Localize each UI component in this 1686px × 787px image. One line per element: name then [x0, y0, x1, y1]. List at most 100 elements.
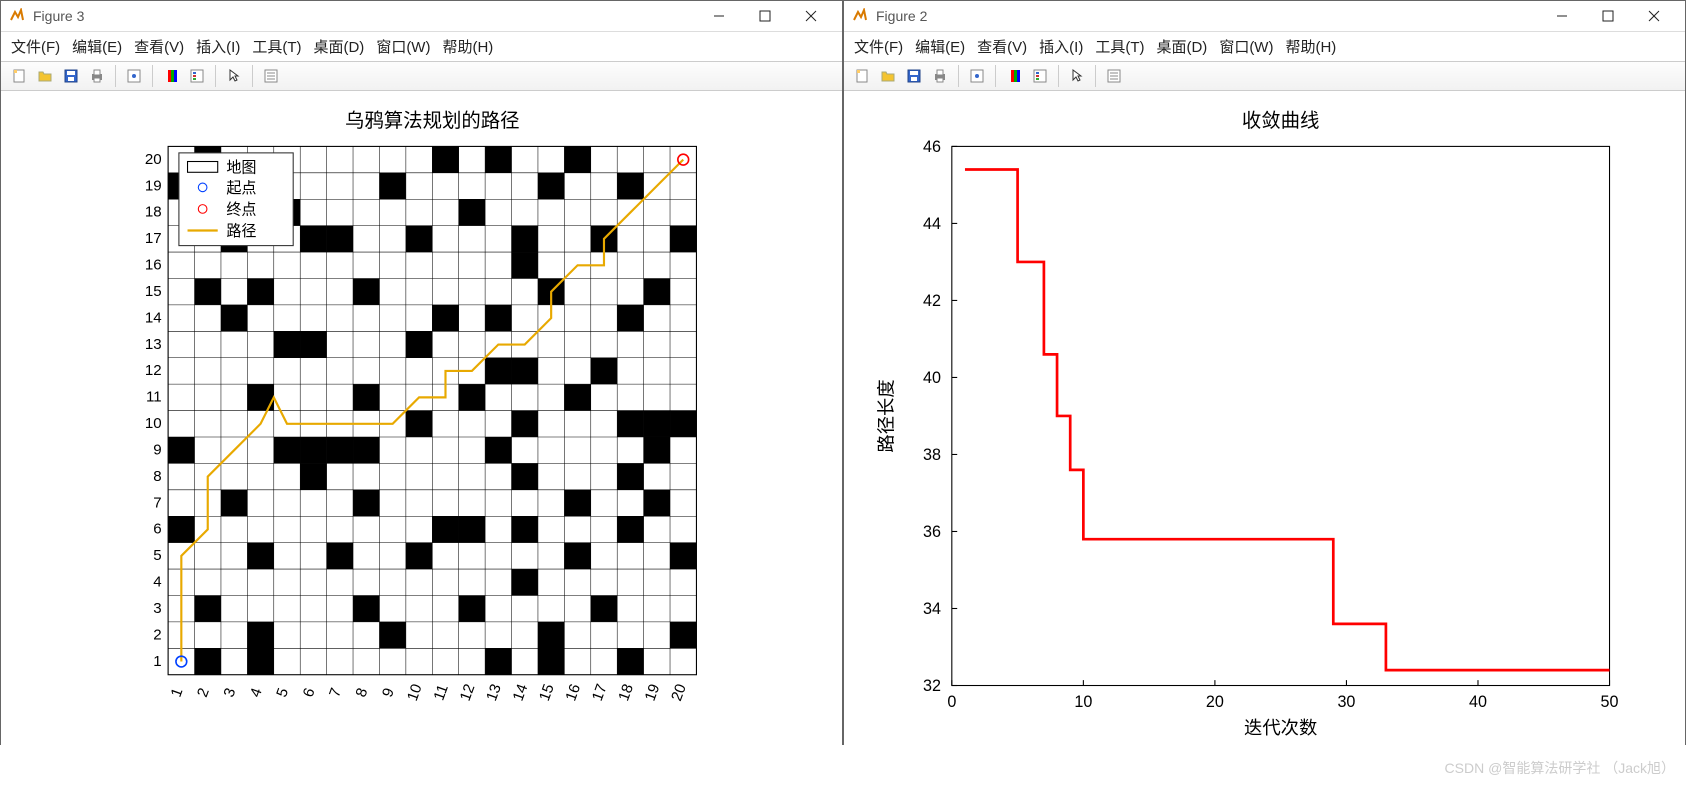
y-tick: 34 — [923, 600, 941, 618]
x-tick: 3 — [221, 686, 240, 700]
obstacle-cell — [247, 622, 273, 648]
close-button[interactable] — [788, 1, 834, 31]
titlebar[interactable]: Figure 3 — [1, 1, 842, 32]
menu-file[interactable]: 文件(F) — [11, 36, 60, 57]
menubar[interactable]: 文件(F) 编辑(E) 查看(V) 插入(I) 工具(T) 桌面(D) 窗口(W… — [1, 32, 842, 61]
print-icon[interactable] — [85, 64, 109, 88]
menu-window[interactable]: 窗口(W) — [376, 36, 430, 57]
obstacle-cell — [670, 411, 696, 437]
obstacle-cell — [617, 648, 643, 674]
obstacle-cell — [300, 463, 326, 489]
y-tick: 36 — [923, 523, 941, 541]
properties-icon[interactable] — [1102, 64, 1126, 88]
menu-tools[interactable]: 工具(T) — [1095, 36, 1144, 57]
chart-title: 收敛曲线 — [1242, 110, 1320, 132]
obstacle-cell — [670, 543, 696, 569]
y-tick: 8 — [153, 468, 161, 485]
x-tick: 50 — [1601, 693, 1619, 711]
obstacle-cell — [564, 543, 590, 569]
chart-title: 乌鸦算法规划的路径 — [345, 110, 520, 132]
x-label: 迭代次数 — [1244, 717, 1317, 738]
menu-tools[interactable]: 工具(T) — [252, 36, 301, 57]
obstacle-cell — [353, 595, 379, 621]
close-button[interactable] — [1631, 1, 1677, 31]
menu-help[interactable]: 帮助(H) — [1285, 36, 1336, 57]
obstacle-cell — [247, 278, 273, 304]
new-icon[interactable] — [7, 64, 31, 88]
menu-insert[interactable]: 插入(I) — [196, 36, 240, 57]
open-icon[interactable] — [33, 64, 57, 88]
menu-edit[interactable]: 编辑(E) — [915, 36, 965, 57]
maximize-button[interactable] — [1585, 1, 1631, 31]
y-tick: 9 — [153, 442, 161, 459]
obstacle-cell — [564, 490, 590, 516]
save-icon[interactable] — [59, 64, 83, 88]
menu-desktop[interactable]: 桌面(D) — [1156, 36, 1207, 57]
obstacle-cell — [512, 463, 538, 489]
obstacle-cell — [459, 516, 485, 542]
y-tick: 5 — [153, 547, 161, 564]
x-tick: 6 — [300, 686, 319, 700]
maximize-button[interactable] — [742, 1, 788, 31]
obstacle-cell — [617, 463, 643, 489]
legend-icon[interactable] — [1028, 64, 1052, 88]
menu-desktop[interactable]: 桌面(D) — [313, 36, 364, 57]
y-tick: 11 — [146, 389, 162, 406]
toolbar — [1, 61, 842, 91]
x-tick: 17 — [589, 682, 611, 704]
save-icon[interactable] — [902, 64, 926, 88]
x-tick: 16 — [562, 682, 584, 704]
obstacle-cell — [274, 437, 300, 463]
menu-help[interactable]: 帮助(H) — [442, 36, 493, 57]
menu-view[interactable]: 查看(V) — [134, 36, 184, 57]
x-tick: 9 — [379, 686, 398, 700]
obstacle-cell — [512, 358, 538, 384]
new-icon[interactable] — [850, 64, 874, 88]
obstacle-cell — [485, 648, 511, 674]
obstacle-cell — [432, 305, 458, 331]
x-tick: 30 — [1337, 693, 1355, 711]
obstacle-cell — [195, 648, 221, 674]
y-tick: 44 — [923, 215, 941, 233]
obstacle-cell — [327, 543, 353, 569]
obstacle-cell — [512, 226, 538, 252]
menubar[interactable]: 文件(F) 编辑(E) 查看(V) 插入(I) 工具(T) 桌面(D) 窗口(W… — [844, 32, 1685, 61]
pointer-icon[interactable] — [222, 64, 246, 88]
y-tick: 46 — [923, 138, 941, 156]
obstacle-cell — [379, 173, 405, 199]
legend-icon[interactable] — [185, 64, 209, 88]
obstacle-cell — [195, 278, 221, 304]
obstacle-cell — [168, 437, 194, 463]
pointer-icon[interactable] — [1065, 64, 1089, 88]
open-icon[interactable] — [876, 64, 900, 88]
obstacle-cell — [168, 516, 194, 542]
datacursor-icon[interactable] — [122, 64, 146, 88]
obstacle-cell — [195, 595, 221, 621]
y-tick: 18 — [145, 204, 162, 221]
menu-file[interactable]: 文件(F) — [854, 36, 903, 57]
titlebar[interactable]: Figure 2 — [844, 1, 1685, 32]
obstacle-cell — [353, 278, 379, 304]
menu-view[interactable]: 查看(V) — [977, 36, 1027, 57]
menu-window[interactable]: 窗口(W) — [1219, 36, 1273, 57]
colorbar-icon[interactable] — [1002, 64, 1026, 88]
obstacle-cell — [538, 648, 564, 674]
y-tick: 2 — [153, 626, 161, 643]
print-icon[interactable] — [928, 64, 952, 88]
obstacle-cell — [644, 411, 670, 437]
minimize-button[interactable] — [1539, 1, 1585, 31]
menu-edit[interactable]: 编辑(E) — [72, 36, 122, 57]
colorbar-icon[interactable] — [159, 64, 183, 88]
menu-insert[interactable]: 插入(I) — [1039, 36, 1083, 57]
y-tick: 10 — [145, 415, 162, 432]
x-tick: 10 — [404, 682, 426, 704]
properties-icon[interactable] — [259, 64, 283, 88]
y-tick: 1 — [153, 653, 161, 670]
obstacle-cell — [221, 490, 247, 516]
x-tick: 18 — [615, 682, 637, 704]
datacursor-icon[interactable] — [965, 64, 989, 88]
obstacle-cell — [300, 437, 326, 463]
minimize-button[interactable] — [696, 1, 742, 31]
obstacle-cell — [564, 146, 590, 172]
obstacle-cell — [300, 226, 326, 252]
